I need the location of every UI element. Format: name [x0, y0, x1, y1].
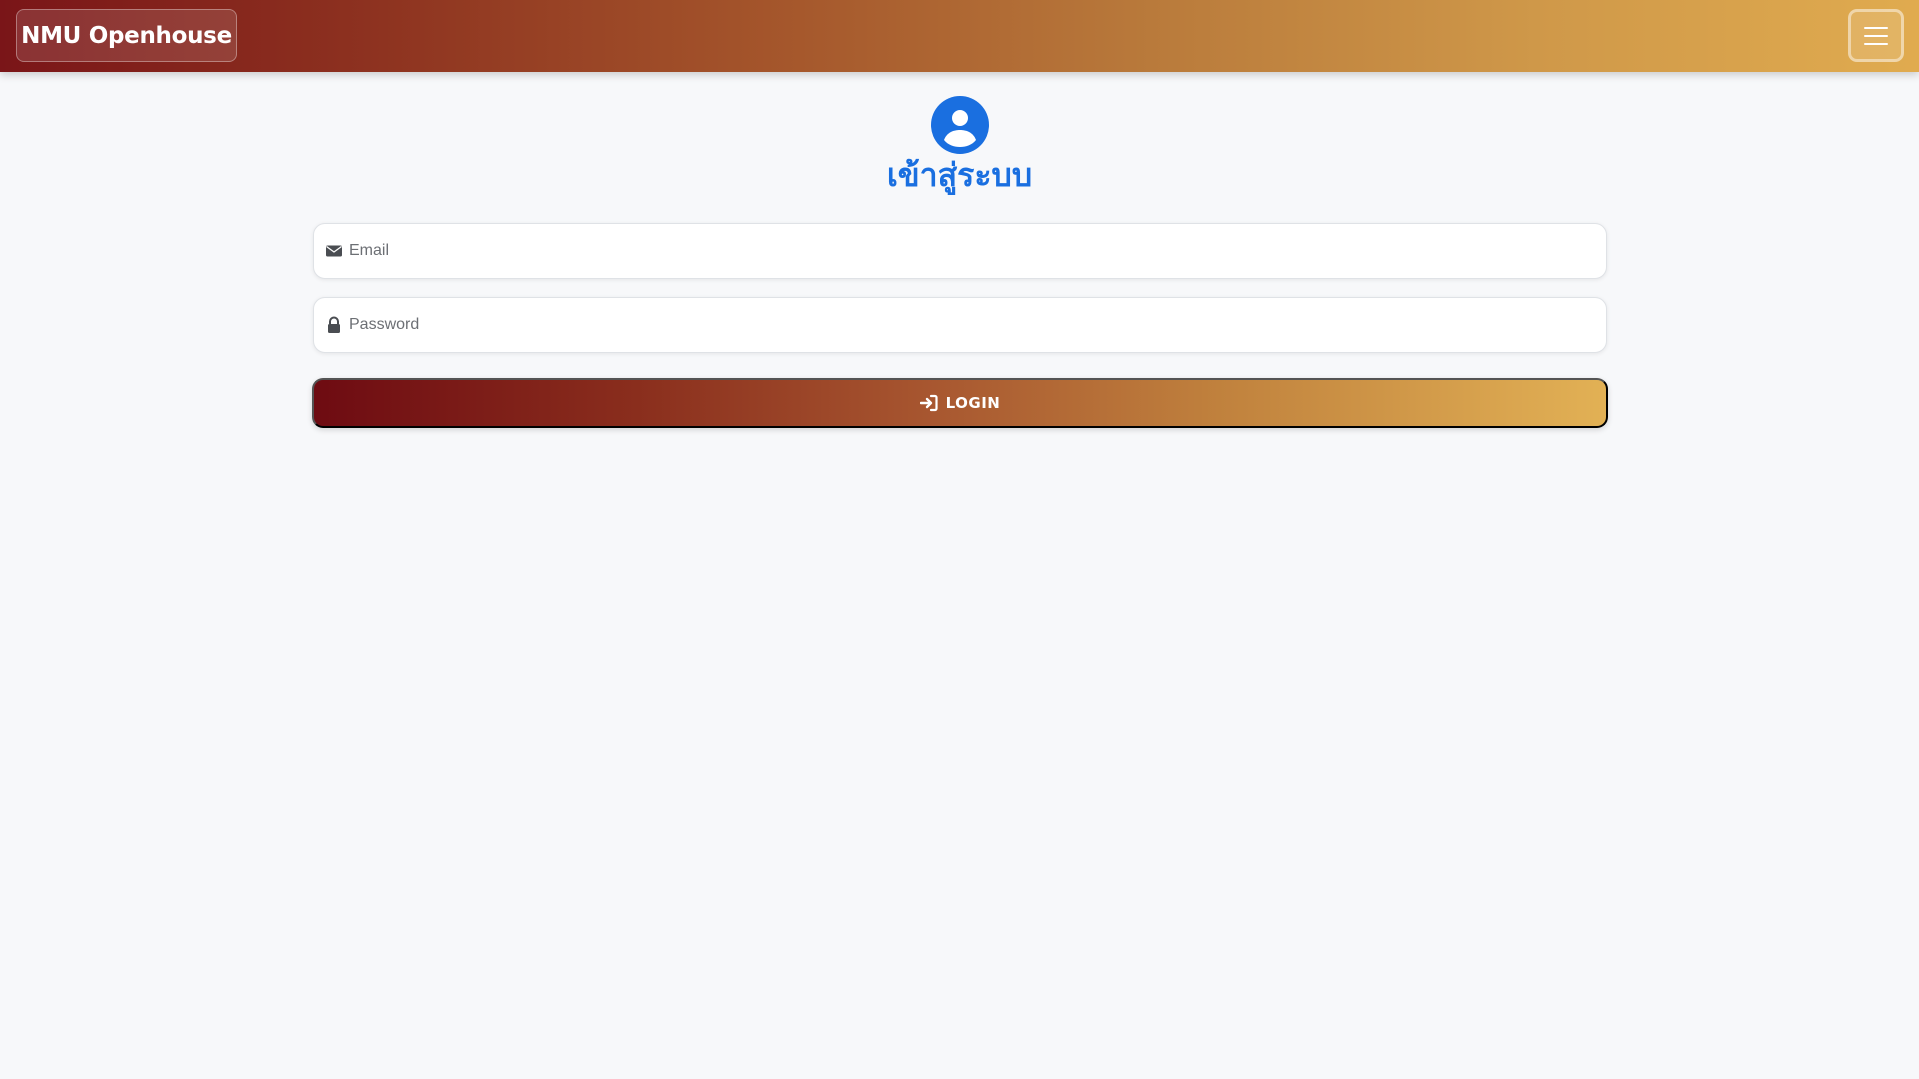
password-input[interactable]: [349, 298, 1606, 352]
login-button[interactable]: LOGIN: [312, 378, 1608, 428]
email-field-wrapper: [313, 223, 1607, 279]
envelope-icon: [326, 245, 342, 257]
email-input[interactable]: [349, 224, 1606, 278]
top-navbar: NMU Openhouse: [0, 0, 1919, 72]
page-title: เข้าสู่ระบบ: [886, 156, 1033, 194]
user-circle-icon: [931, 96, 989, 154]
login-button-label: LOGIN: [945, 394, 1001, 412]
hamburger-menu-icon: [1864, 26, 1888, 29]
sign-in-icon: [919, 394, 938, 412]
navbar-toggle-button[interactable]: [1848, 9, 1904, 62]
brand-link[interactable]: NMU Openhouse: [16, 9, 237, 62]
lock-icon: [328, 316, 340, 333]
password-field-wrapper: [313, 297, 1607, 353]
